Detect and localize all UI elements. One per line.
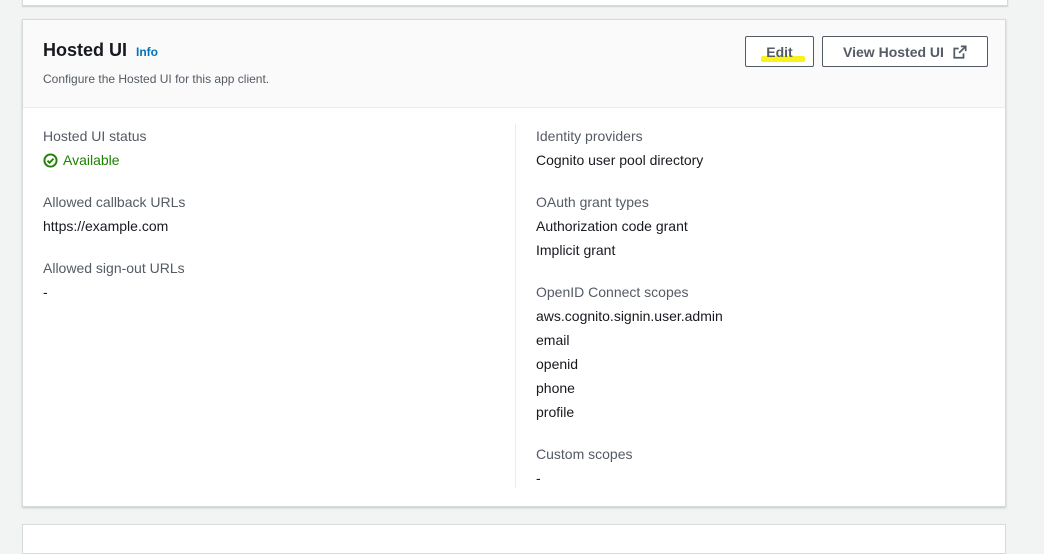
oauth-grant-types-field: OAuth grant types Authorization code gra… [536,190,976,262]
previous-card [22,0,1008,6]
signout-urls-field: Allowed sign-out URLs - [43,256,493,304]
callback-url-value: https://example.com [43,218,169,234]
card-description: Configure the Hosted UI for this app cli… [43,72,270,86]
column-divider [515,124,516,488]
info-link[interactable]: Info [136,45,158,59]
oidc-scope-value: aws.cognito.signin.user.admin [536,308,723,324]
status-text: Available [63,152,120,168]
field-label: OAuth grant types [536,194,649,210]
field-label: Allowed sign-out URLs [43,260,185,276]
custom-scopes-field: Custom scopes - [536,442,976,490]
title-row: Hosted UI Info [43,40,158,61]
hosted-ui-card: Hosted UI Info Configure the Hosted UI f… [22,19,1006,507]
oidc-scopes-field: OpenID Connect scopes aws.cognito.signin… [536,280,976,424]
oauth-grant-value: Authorization code grant [536,218,688,234]
external-link-icon [953,44,967,59]
oauth-grant-value: Implicit grant [536,242,616,258]
card-body: Hosted UI status Available Allowed callb… [23,108,1005,506]
identity-providers-field: Identity providers Cognito user pool dir… [536,124,976,172]
next-card [22,524,1006,554]
callback-urls-field: Allowed callback URLs https://example.co… [43,190,493,238]
oidc-scope-value: profile [536,404,575,420]
status-success-icon [43,152,58,168]
custom-scope-value: - [536,470,541,486]
edit-button[interactable]: Edit [745,36,814,67]
hosted-ui-status-field: Hosted UI status Available [43,124,493,172]
edit-button-label: Edit [766,43,793,60]
oidc-scope-value: openid [536,356,579,372]
card-title: Hosted UI [43,40,128,60]
oidc-scope-value: phone [536,380,575,396]
field-label: Custom scopes [536,446,633,462]
view-hosted-ui-button[interactable]: View Hosted UI [822,36,988,67]
field-label: Allowed callback URLs [43,194,186,210]
identity-provider-value: Cognito user pool directory [536,152,704,168]
status-indicator: Available [43,148,493,172]
field-label: Hosted UI status [43,128,147,144]
card-header: Hosted UI Info Configure the Hosted UI f… [23,20,1005,108]
left-column: Hosted UI status Available Allowed callb… [43,124,493,322]
view-hosted-ui-label: View Hosted UI [843,43,944,60]
field-label: Identity providers [536,128,643,144]
signout-url-value: - [43,284,48,300]
oidc-scope-value: email [536,332,570,348]
field-label: OpenID Connect scopes [536,284,689,300]
right-column: Identity providers Cognito user pool dir… [536,124,976,508]
